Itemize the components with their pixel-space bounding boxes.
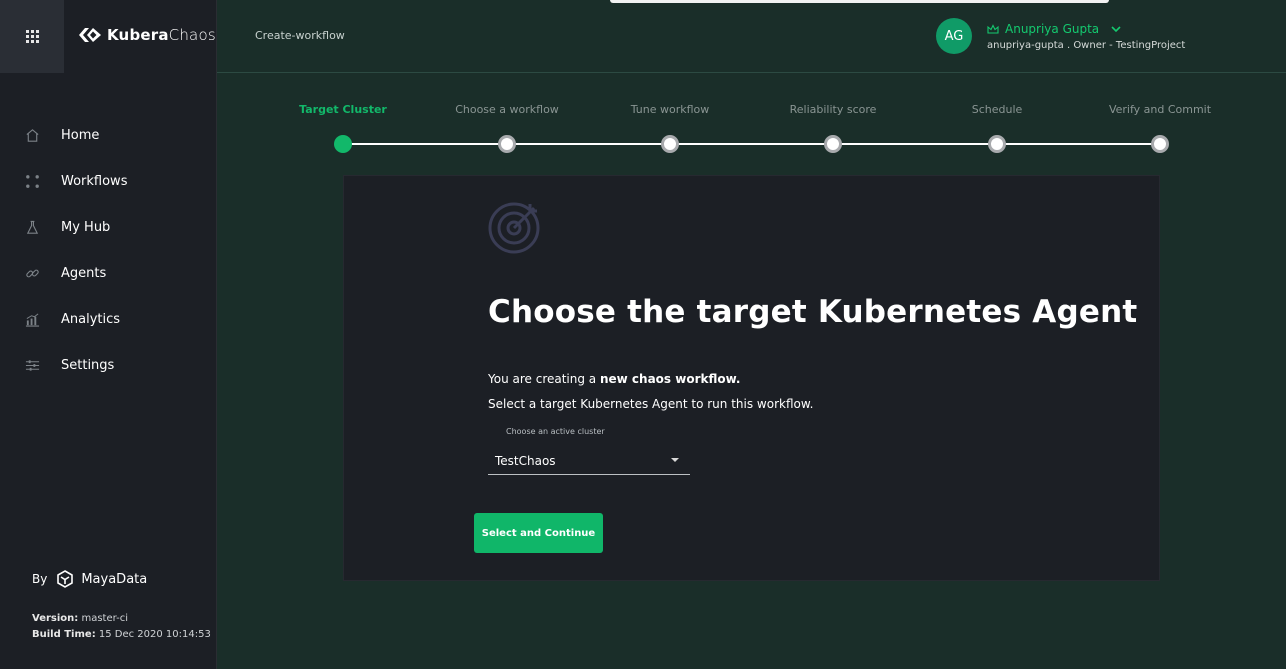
- top-header: Create-workflow AG Anupriya Gupta anupri…: [217, 0, 1286, 73]
- version-label: Version:: [32, 613, 79, 624]
- step-label-tune-workflow: Tune workflow: [630, 103, 710, 116]
- sidebar-item-agents[interactable]: Agents: [0, 250, 216, 296]
- cluster-select-value: TestChaos: [495, 454, 556, 468]
- link-icon: [24, 265, 40, 281]
- step-label-schedule: Schedule: [971, 103, 1023, 116]
- build-info: Version: master-ci Build Time: 15 Dec 20…: [32, 611, 211, 643]
- breadcrumb[interactable]: Create-workflow: [255, 29, 345, 42]
- step-connector: [507, 143, 670, 145]
- sidebar-item-workflows[interactable]: Workflows: [0, 158, 216, 204]
- user-details: anupriya-gupta . Owner - TestingProject: [987, 40, 1186, 51]
- caret-down-icon: [671, 458, 679, 462]
- step-connector: [670, 143, 833, 145]
- crown-icon: [987, 23, 999, 34]
- grid-icon: [25, 30, 39, 43]
- step-dot-tune-workflow: [661, 135, 679, 153]
- target-icon: [488, 202, 540, 254]
- step-label-reliability-score: Reliability score: [789, 103, 877, 116]
- avatar[interactable]: AG: [936, 18, 972, 54]
- apps-menu-button[interactable]: [0, 0, 64, 73]
- mayadata-brand: MayaData: [81, 571, 148, 587]
- mayadata-logo-icon: [57, 570, 74, 588]
- step-dot-choose-workflow: [498, 135, 516, 153]
- workflows-icon: [24, 173, 40, 189]
- step-dot-schedule: [988, 135, 1006, 153]
- flask-icon: [24, 219, 40, 235]
- step-connector: [997, 143, 1160, 145]
- sidebar-item-label: Agents: [61, 265, 107, 281]
- sidebar-item-label: My Hub: [61, 219, 111, 235]
- app-logo[interactable]: KuberaChaos: [79, 26, 216, 44]
- by-label: By: [32, 572, 48, 586]
- description-line-2: Select a target Kubernetes Agent to run …: [488, 397, 814, 411]
- sidebar-item-my-hub[interactable]: My Hub: [0, 204, 216, 250]
- powered-by: By MayaData: [32, 570, 147, 588]
- select-and-continue-button[interactable]: Select and Continue: [474, 513, 603, 553]
- sidebar-item-home[interactable]: Home: [0, 112, 216, 158]
- cluster-select-label: Choose an active cluster: [506, 427, 605, 436]
- step-label-verify-commit: Verify and Commit: [1108, 103, 1212, 116]
- sidebar-item-label: Settings: [61, 357, 115, 373]
- analytics-icon: [24, 311, 40, 327]
- description-line-1: You are creating a new chaos workflow.: [488, 372, 741, 386]
- page-title: Choose the target Kubernetes Agent: [488, 294, 1138, 330]
- step-label-target-cluster: Target Cluster: [299, 103, 387, 116]
- logo-text: KuberaChaos: [107, 26, 216, 44]
- sidebar-nav: Home Workflows My Hub Agents Analytics S…: [0, 112, 216, 388]
- kubera-logo-icon: [79, 28, 101, 42]
- step-label-choose-workflow: Choose a workflow: [455, 103, 559, 116]
- step-dot-reliability-score: [824, 135, 842, 153]
- sidebar-item-analytics[interactable]: Analytics: [0, 296, 216, 342]
- sidebar-item-label: Workflows: [61, 173, 128, 189]
- step-connector: [833, 143, 997, 145]
- step-connector: [343, 143, 507, 145]
- chevron-down-icon[interactable]: [1109, 24, 1123, 34]
- cluster-select[interactable]: Choose an active cluster TestChaos: [488, 427, 690, 475]
- user-name: Anupriya Gupta: [1005, 22, 1100, 36]
- sliders-icon: [24, 357, 40, 373]
- workflow-stepper: Target Cluster Choose a workflow Tune wo…: [217, 100, 1286, 160]
- sidebar-item-label: Home: [61, 127, 100, 143]
- build-time-label: Build Time:: [32, 629, 96, 640]
- step-dot-verify-commit: [1151, 135, 1169, 153]
- target-cluster-card: Choose the target Kubernetes Agent You a…: [343, 175, 1160, 581]
- user-menu[interactable]: Anupriya Gupta: [987, 22, 1123, 36]
- home-icon: [24, 127, 40, 143]
- build-time-value: 15 Dec 2020 10:14:53: [98, 629, 211, 640]
- top-notification-strip: [610, 0, 1109, 3]
- sidebar-item-settings[interactable]: Settings: [0, 342, 216, 388]
- sidebar-item-label: Analytics: [61, 311, 121, 327]
- sidebar: KuberaChaos Home Workflows My Hub Agents: [0, 0, 217, 669]
- step-dot-target-cluster: [334, 135, 352, 153]
- version-value: master-ci: [81, 613, 128, 624]
